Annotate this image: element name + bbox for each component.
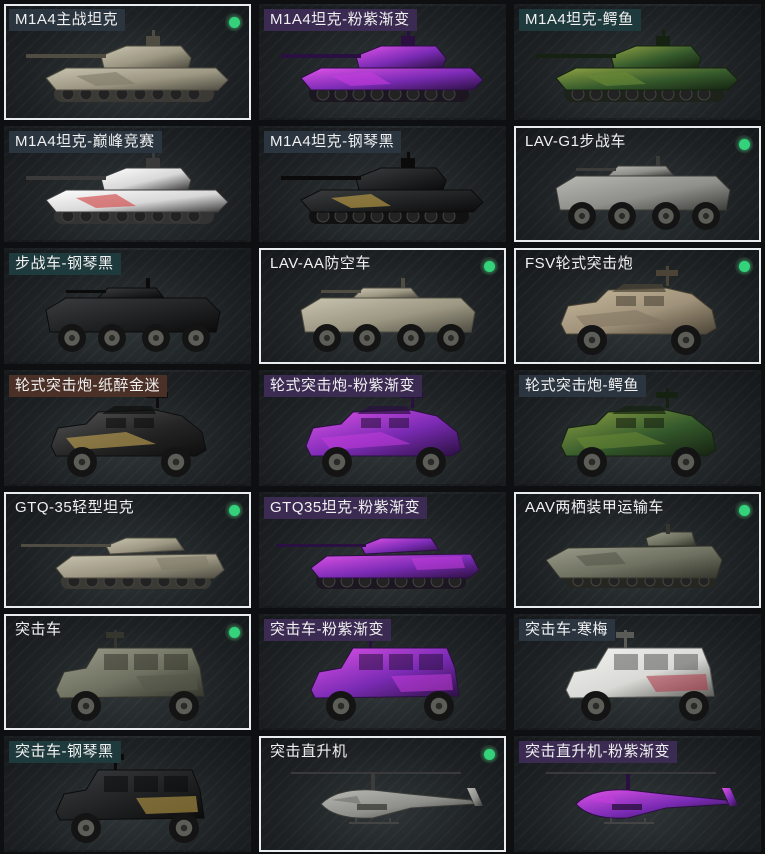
- vehicle-card[interactable]: GTQ35坦克-粉紫渐变: [259, 492, 506, 608]
- vehicle-card[interactable]: M1A4坦克-鳄鱼: [514, 4, 761, 120]
- vehicle-card[interactable]: 突击车-粉紫渐变: [259, 614, 506, 730]
- owned-check-icon: [735, 257, 753, 275]
- owned-check-icon: [225, 13, 243, 31]
- vehicle-card[interactable]: M1A4坦克-钢琴黑: [259, 126, 506, 242]
- vehicle-card[interactable]: LAV-AA防空车: [259, 248, 506, 364]
- owned-check-icon: [480, 257, 498, 275]
- vehicle-name: 突击车-寒梅: [519, 619, 615, 641]
- vehicle-name: M1A4坦克-巅峰竞赛: [9, 131, 162, 153]
- vehicle-skin-grid: M1A4主战坦克 M1A4坦克-粉紫渐变 M1A4坦克-鳄鱼 M1A4坦克-巅峰…: [4, 4, 761, 852]
- vehicle-card[interactable]: 突击直升机-粉紫渐变: [514, 736, 761, 852]
- vehicle-name: 步战车-钢琴黑: [9, 253, 121, 275]
- vehicle-name: 突击直升机-粉紫渐变: [519, 741, 677, 763]
- vehicle-name: LAV-AA防空车: [270, 255, 371, 272]
- vehicle-card[interactable]: 突击车-钢琴黑: [4, 736, 251, 852]
- vehicle-name: AAV两栖装甲运输车: [525, 499, 664, 516]
- vehicle-name: M1A4坦克-鳄鱼: [519, 9, 641, 31]
- vehicle-name: 突击车: [15, 621, 62, 638]
- vehicle-card[interactable]: M1A4坦克-粉紫渐变: [259, 4, 506, 120]
- vehicle-card[interactable]: 轮式突击炮-纸醉金迷: [4, 370, 251, 486]
- vehicle-card[interactable]: 步战车-钢琴黑: [4, 248, 251, 364]
- vehicle-card[interactable]: FSV轮式突击炮: [514, 248, 761, 364]
- vehicle-card[interactable]: LAV-G1步战车: [514, 126, 761, 242]
- vehicle-card[interactable]: M1A4坦克-巅峰竞赛: [4, 126, 251, 242]
- vehicle-name: GTQ35坦克-粉紫渐变: [264, 497, 428, 519]
- vehicle-card[interactable]: M1A4主战坦克: [4, 4, 251, 120]
- vehicle-card[interactable]: GTQ-35轻型坦克: [4, 492, 251, 608]
- owned-check-icon: [480, 745, 498, 763]
- owned-check-icon: [735, 135, 753, 153]
- owned-check-icon: [735, 501, 753, 519]
- owned-check-icon: [225, 623, 243, 641]
- vehicle-name: GTQ-35轻型坦克: [15, 499, 135, 516]
- vehicle-name: M1A4坦克-粉紫渐变: [264, 9, 417, 31]
- vehicle-card[interactable]: 突击车-寒梅: [514, 614, 761, 730]
- vehicle-name: 突击车-粉紫渐变: [264, 619, 391, 641]
- vehicle-name: FSV轮式突击炮: [525, 255, 634, 272]
- vehicle-name: 轮式突击炮-粉紫渐变: [264, 375, 422, 397]
- vehicle-name: LAV-G1步战车: [525, 133, 626, 150]
- vehicle-card[interactable]: 轮式突击炮-粉紫渐变: [259, 370, 506, 486]
- owned-check-icon: [225, 501, 243, 519]
- vehicle-name: M1A4坦克-钢琴黑: [264, 131, 402, 153]
- vehicle-card[interactable]: 突击车: [4, 614, 251, 730]
- vehicle-card[interactable]: AAV两栖装甲运输车: [514, 492, 761, 608]
- vehicle-card[interactable]: 轮式突击炮-鳄鱼: [514, 370, 761, 486]
- vehicle-name: M1A4主战坦克: [9, 9, 126, 31]
- vehicle-card[interactable]: 突击直升机: [259, 736, 506, 852]
- vehicle-name: 突击直升机: [270, 743, 348, 760]
- vehicle-name: 突击车-钢琴黑: [9, 741, 121, 763]
- vehicle-name: 轮式突击炮-纸醉金迷: [9, 375, 167, 397]
- vehicle-name: 轮式突击炮-鳄鱼: [519, 375, 646, 397]
